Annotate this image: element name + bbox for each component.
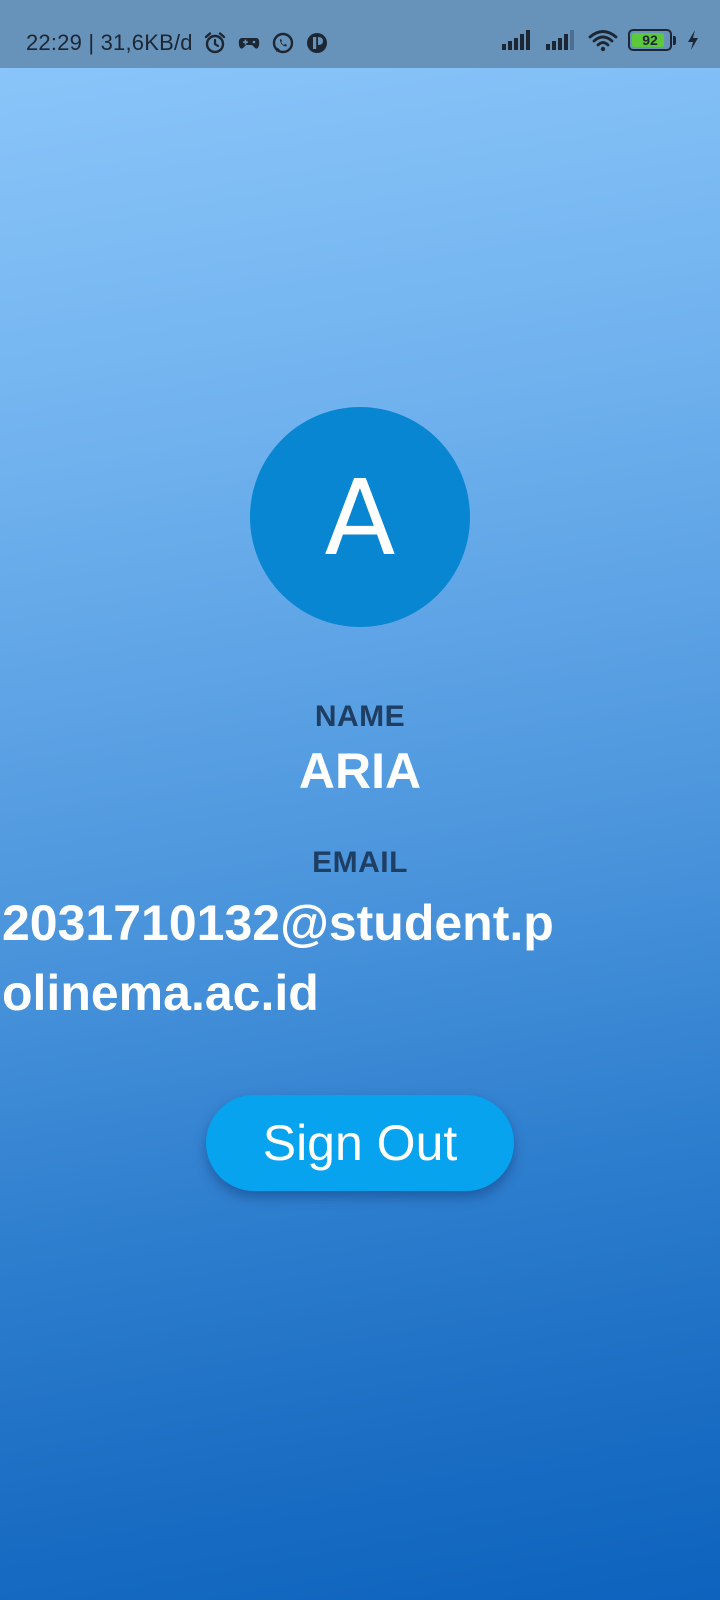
signal-icon [500,28,534,52]
battery-cap [673,35,676,45]
name-value: ARIA [298,743,422,799]
name-label: NAME [314,700,406,733]
battery-group: 92 [628,29,676,51]
wifi-icon [588,28,618,52]
sign-out-label: Sign Out [262,1115,458,1171]
game-controller-icon [237,31,261,55]
status-bar: 22:29 | 31,6KB/d 92 [0,0,720,68]
avatar: A [250,407,470,627]
sign-out-button[interactable]: Sign Out [206,1095,514,1191]
alarm-icon [203,31,227,55]
email-value: 2031710132@student.polinema.ac.id [2,895,554,1021]
charging-icon [686,28,700,52]
battery-icon: 92 [628,29,672,51]
battery-level: 92 [642,32,658,48]
app-notification-icon [305,31,329,55]
status-left-group: 22:29 | 31,6KB/d [26,30,329,56]
status-right-group: 92 [500,28,700,52]
avatar-letter: A [324,457,396,579]
email-label: EMAIL [312,846,408,879]
signal-icon [544,28,578,52]
status-time-speed: 22:29 | 31,6KB/d [26,30,193,55]
whatsapp-icon [271,31,295,55]
